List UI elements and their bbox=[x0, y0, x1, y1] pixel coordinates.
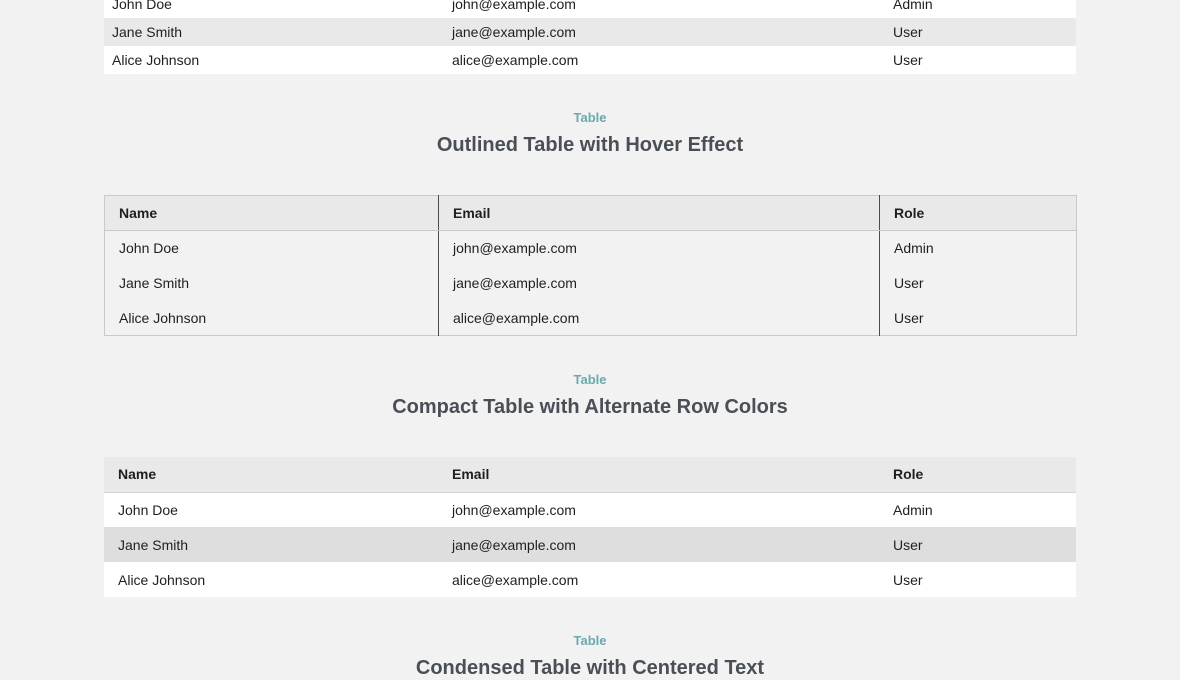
cell-name: Jane Smith bbox=[104, 18, 438, 46]
cell-name: Jane Smith bbox=[104, 265, 439, 301]
cell-role: User bbox=[879, 46, 1076, 74]
cell-name: John Doe bbox=[104, 230, 439, 266]
cell-role: User bbox=[879, 18, 1076, 46]
cell-name: Jane Smith bbox=[104, 527, 438, 562]
cell-email: jane@example.com bbox=[438, 18, 879, 46]
cell-email: alice@example.com bbox=[438, 562, 879, 597]
section-heading-compact: Table Compact Table with Alternate Row C… bbox=[0, 372, 1180, 419]
cell-role: Admin bbox=[879, 0, 1076, 18]
section-heading-condensed: Table Condensed Table with Centered Text bbox=[0, 633, 1180, 680]
section-heading-outlined: Table Outlined Table with Hover Effect bbox=[0, 110, 1180, 157]
cell-role: User bbox=[879, 300, 1077, 336]
table-row[interactable]: Alice Johnson alice@example.com User bbox=[104, 300, 1077, 336]
section-title: Outlined Table with Hover Effect bbox=[436, 134, 744, 156]
cell-role: Admin bbox=[879, 230, 1077, 266]
table-row[interactable]: Alice Johnson alice@example.com User bbox=[104, 46, 1076, 74]
page: John Doe john@example.com Admin Jane Smi… bbox=[0, 0, 1180, 680]
cell-role: User bbox=[879, 265, 1077, 301]
header-name[interactable]: Name bbox=[104, 457, 438, 493]
section-eyebrow: Table bbox=[573, 633, 607, 648]
section-eyebrow: Table bbox=[573, 372, 607, 387]
compact-table: Name Email Role John Doe john@example.co… bbox=[104, 457, 1076, 597]
table-header-row: Name Email Role bbox=[104, 195, 1077, 231]
section-eyebrow: Table bbox=[573, 110, 607, 125]
table-row[interactable]: Alice Johnson alice@example.com User bbox=[104, 562, 1076, 597]
header-role[interactable]: Role bbox=[879, 195, 1077, 231]
table-row[interactable]: Jane Smith jane@example.com User bbox=[104, 527, 1076, 562]
outlined-table: Name Email Role John Doe john@example.co… bbox=[104, 195, 1077, 336]
cell-name: Alice Johnson bbox=[104, 562, 438, 597]
cell-email: jane@example.com bbox=[438, 527, 879, 562]
table-row[interactable]: John Doe john@example.com Admin bbox=[104, 230, 1077, 266]
cell-role: User bbox=[879, 562, 1076, 597]
cell-name: John Doe bbox=[104, 492, 438, 527]
cell-email: john@example.com bbox=[438, 492, 879, 527]
header-email[interactable]: Email bbox=[438, 457, 879, 493]
cell-email: alice@example.com bbox=[438, 46, 879, 74]
cell-role: Admin bbox=[879, 492, 1076, 527]
cell-name: Alice Johnson bbox=[104, 300, 439, 336]
cell-email: john@example.com bbox=[438, 0, 879, 18]
cell-name: John Doe bbox=[104, 0, 438, 18]
header-email[interactable]: Email bbox=[438, 195, 880, 231]
cell-name: Alice Johnson bbox=[104, 46, 438, 74]
table-header-row: Name Email Role bbox=[104, 457, 1076, 493]
section-title: Compact Table with Alternate Row Colors bbox=[392, 396, 788, 418]
cell-email: john@example.com bbox=[438, 230, 880, 266]
table-row[interactable]: Jane Smith jane@example.com User bbox=[104, 18, 1076, 46]
table-row[interactable]: Jane Smith jane@example.com User bbox=[104, 265, 1077, 301]
table-row[interactable]: John Doe john@example.com Admin bbox=[104, 0, 1076, 18]
cell-role: User bbox=[879, 527, 1076, 562]
section-title: Condensed Table with Centered Text bbox=[415, 657, 765, 679]
cell-email: jane@example.com bbox=[438, 265, 880, 301]
header-role[interactable]: Role bbox=[879, 457, 1076, 493]
table-row[interactable]: John Doe john@example.com Admin bbox=[104, 492, 1076, 527]
header-name[interactable]: Name bbox=[104, 195, 439, 231]
cell-email: alice@example.com bbox=[438, 300, 880, 336]
striped-table: John Doe john@example.com Admin Jane Smi… bbox=[104, 0, 1076, 74]
